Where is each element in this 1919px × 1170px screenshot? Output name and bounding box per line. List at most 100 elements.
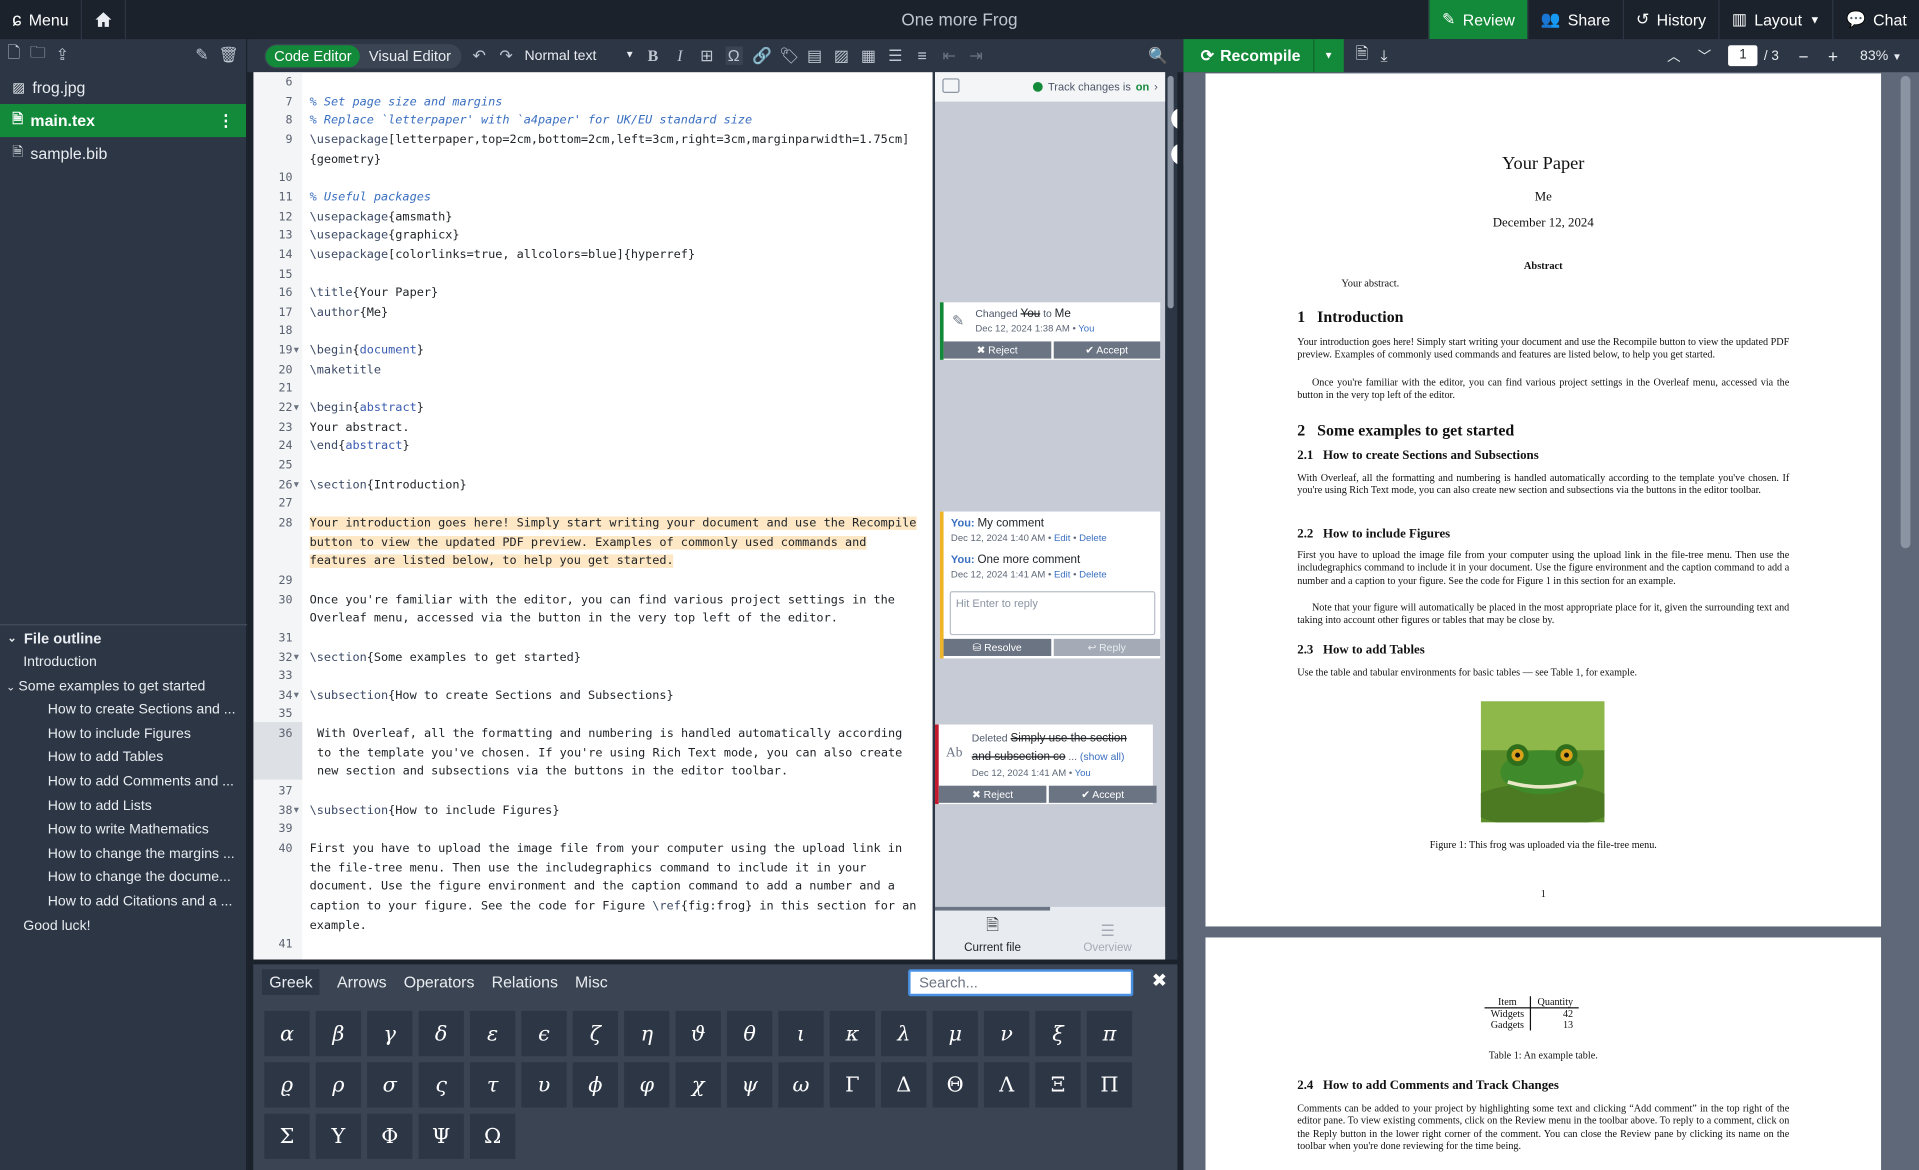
code-line[interactable]: caption to your figure. See the code for… (253, 897, 932, 916)
reply-button[interactable]: ↩ Reply (1053, 638, 1161, 656)
code-line[interactable]: 20 \maketitle (253, 361, 932, 380)
outdent-icon[interactable]: ⇤ (941, 46, 958, 66)
code-line[interactable]: 16 \title{Your Paper} (253, 284, 932, 303)
symbol-button[interactable]: ω (778, 1062, 824, 1108)
code-line[interactable]: 12 \usepackage{amsmath} (253, 207, 932, 226)
visual-editor-button[interactable]: Visual Editor (360, 45, 459, 67)
outline-item[interactable]: ⌄ Some examples to get started (0, 675, 247, 699)
tab-current-file[interactable]: 🗎 Current file (935, 906, 1051, 960)
code-line[interactable]: 31 (253, 629, 932, 648)
symbol-icon[interactable]: Ω (725, 46, 743, 65)
symbol-button[interactable]: λ (881, 1010, 927, 1057)
citation-icon[interactable]: ▤ (806, 46, 823, 66)
outline-item[interactable]: Introduction (0, 651, 247, 675)
accept-change-button[interactable]: ✔ Accept (1048, 785, 1157, 803)
undo-icon[interactable]: ↶ (471, 46, 488, 66)
delete-comment-link[interactable]: Delete (1079, 569, 1107, 580)
fold-arrow-icon[interactable]: ▼ (294, 476, 299, 495)
review-button[interactable]: ✎ Review (1428, 0, 1528, 40)
edit-comment-link[interactable]: Edit (1054, 569, 1070, 580)
pdf-scrollbar[interactable] (1900, 75, 1911, 549)
recompile-button[interactable]: ⟳ Recompile (1183, 39, 1313, 73)
code-line[interactable]: the file-tree menu. Then use the include… (253, 859, 932, 878)
symbol-button[interactable]: κ (829, 1010, 876, 1057)
layout-button[interactable]: ▥ Layout ▼ (1718, 0, 1832, 40)
symbol-button[interactable]: Π (1086, 1062, 1133, 1108)
code-line[interactable]: 21 (253, 380, 932, 399)
next-page-icon[interactable]: ﹀ (1698, 46, 1711, 66)
figure-icon[interactable]: ▨ (833, 46, 850, 66)
symbol-button[interactable]: Λ (983, 1062, 1030, 1108)
symbol-button[interactable]: Υ (315, 1113, 362, 1159)
file-outline-header[interactable]: ⌄ File outline (0, 624, 248, 651)
symbol-tab[interactable]: Greek (261, 968, 320, 995)
trash-icon[interactable]: 🗑 (218, 45, 238, 65)
code-line[interactable]: 22 ▼ \begin{abstract} (253, 399, 932, 418)
fold-arrow-icon[interactable]: ▼ (294, 648, 299, 667)
code-line[interactable]: 11 % Useful packages (253, 188, 932, 207)
file-item[interactable]: 🗎 main.tex ⋮ (0, 104, 246, 138)
code-line[interactable]: 37 (253, 782, 932, 801)
outline-item[interactable]: Good luck! (0, 915, 247, 939)
code-line[interactable]: 9 \usepackage[letterpaper,top=2cm,bottom=… (253, 131, 932, 150)
symbol-button[interactable]: ν (983, 1010, 1030, 1057)
outline-item[interactable]: How to change the margins ... (0, 843, 247, 867)
symbol-button[interactable]: φ (624, 1062, 670, 1108)
code-line[interactable]: 32 ▼ \section{Some examples to get started… (253, 648, 932, 667)
code-line[interactable]: 39 (253, 820, 932, 839)
reject-change-button[interactable]: ✖ Reject (943, 341, 1051, 359)
share-button[interactable]: 👥 Share (1527, 0, 1622, 40)
code-line[interactable]: document. Use the figure environment and… (253, 878, 932, 897)
symbol-button[interactable]: ϑ (675, 1010, 721, 1057)
code-line[interactable]: 23 Your abstract. (253, 418, 932, 437)
resolve-button[interactable]: ⛁ Resolve (943, 638, 1051, 656)
code-line[interactable]: 17 \author{Me} (253, 303, 932, 322)
code-line[interactable]: example. (253, 916, 932, 935)
symbol-button[interactable]: Θ (932, 1062, 978, 1108)
code-line[interactable]: {geometry} (253, 150, 932, 169)
editor-mode-toggle[interactable]: Code Editor Visual Editor (264, 43, 461, 68)
outline-item[interactable]: How to change the docume... (0, 867, 247, 891)
outline-item[interactable]: How to write Mathematics (0, 819, 247, 843)
code-editor-button[interactable]: Code Editor (265, 44, 361, 67)
delete-comment-link[interactable]: Delete (1079, 532, 1107, 543)
show-all-link[interactable]: (show all) (1080, 750, 1125, 762)
outline-item[interactable]: How to include Figures (0, 723, 247, 747)
symbol-button[interactable]: ξ (1035, 1010, 1081, 1057)
redo-icon[interactable]: ↷ (498, 46, 515, 66)
tab-overview[interactable]: ☰ Overview (1050, 907, 1165, 960)
code-line[interactable]: 6 (253, 73, 932, 92)
code-line[interactable]: 24 \end{abstract} (253, 437, 932, 456)
upload-icon[interactable]: ⇪ (56, 45, 69, 65)
reply-textarea[interactable]: Hit Enter to reply (949, 591, 1156, 636)
tracked-change-card[interactable]: ✎ Changed You to Me Dec 12, 2024 1:38 AM… (939, 302, 1161, 360)
code-line[interactable]: 10 (253, 169, 932, 188)
code-line[interactable]: 27 (253, 495, 932, 514)
fold-arrow-icon[interactable]: ▼ (294, 399, 299, 418)
symbol-button[interactable]: Δ (881, 1062, 927, 1108)
fold-arrow-icon[interactable]: ▼ (294, 342, 299, 361)
symbol-button[interactable]: σ (367, 1062, 413, 1108)
home-button[interactable] (80, 0, 127, 40)
chat-button[interactable]: 💬 Chat (1832, 0, 1919, 40)
code-line[interactable]: 30 Once you're familiar with the editor, … (253, 591, 932, 610)
indent-icon[interactable]: ⇥ (967, 46, 984, 66)
menu-button[interactable]: ɕ Menu (0, 0, 81, 39)
reject-change-button[interactable]: ✖ Reject (938, 785, 1047, 803)
numbered-list-icon[interactable]: ≡ (914, 47, 931, 65)
symbol-button[interactable]: ρ (315, 1062, 362, 1108)
table-icon[interactable]: ▦ (860, 46, 877, 66)
track-changes-indicator[interactable]: Track changes is on › (935, 72, 1166, 102)
symbol-button[interactable]: χ (675, 1062, 721, 1108)
symbol-button[interactable]: Σ (264, 1113, 310, 1159)
chevron-down-icon[interactable]: ⌄ (6, 680, 18, 692)
symbol-button[interactable]: ε (469, 1010, 516, 1057)
comment-thread-card[interactable]: You: My comment Dec 12, 2024 1:40 AM • E… (939, 511, 1161, 659)
symbol-button[interactable]: υ (521, 1062, 567, 1108)
code-line[interactable]: 29 (253, 571, 932, 590)
symbol-button[interactable]: α (264, 1010, 310, 1057)
code-line[interactable]: 40 First you have to upload the image fil… (253, 840, 932, 859)
symbol-button[interactable]: μ (932, 1010, 978, 1057)
code-line[interactable]: 28 Your introduction goes here! Simply st… (253, 514, 932, 533)
symbol-tab[interactable]: Arrows (337, 972, 387, 990)
